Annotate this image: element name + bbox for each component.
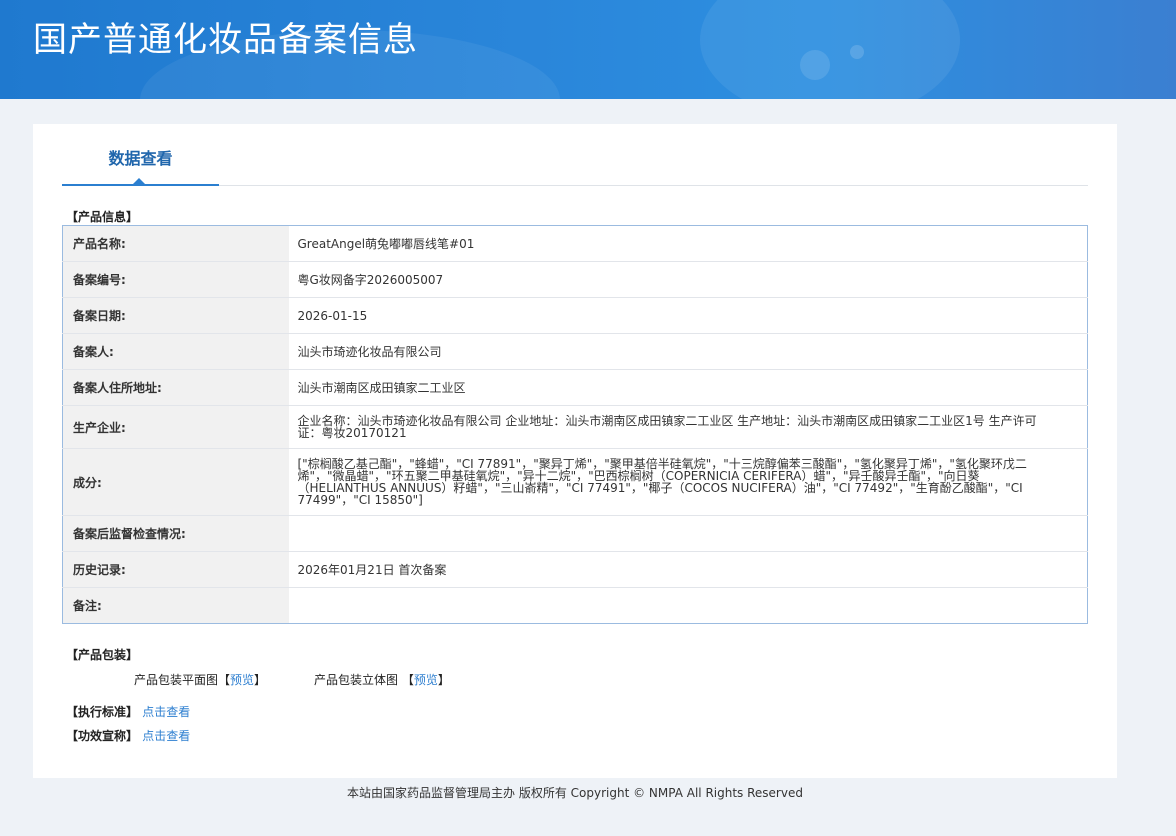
standard-section: 【执行标准】 点击查看 (66, 703, 190, 720)
field-label: 产品名称: (62, 225, 289, 262)
banner-decoration (850, 45, 864, 59)
footer-copyright: 本站由国家药品监督管理局主办 版权所有 Copyright © NMPA All… (347, 786, 803, 800)
field-label: 备案后监督检查情况: (62, 515, 289, 552)
field-label: 备案人住所地址: (62, 369, 289, 406)
stereo-package-label: 产品包装立体图 (314, 673, 399, 687)
field-label: 备注: (62, 587, 289, 624)
content-card: 数据查看 【产品信息】 产品名称: GreatAngel萌兔嘟嘟唇线笔#01 备案编… (33, 124, 1117, 778)
field-value: 2026-01-15 (288, 297, 1088, 334)
field-value: 企业名称：汕头市琦迹化妆品有限公司 企业地址：汕头市潮南区成田镇家二工业区 生产… (288, 405, 1088, 449)
header-banner: 国产普通化妆品备案信息 (0, 0, 1176, 99)
table-row: 成分: ["棕榈酸乙基己酯"，"蜂蜡"，"CI 77891"，"聚异丁烯"，"聚甲… (62, 448, 1088, 516)
table-row: 备案人: 汕头市琦迹化妆品有限公司 (62, 333, 1088, 370)
field-label: 生产企业: (62, 405, 289, 449)
stereo-package-preview-link[interactable]: 预览 (414, 673, 438, 687)
field-value: 粤G妆网备字2026005007 (288, 261, 1088, 298)
standard-view-link[interactable]: 点击查看 (142, 705, 190, 719)
field-value: 汕头市琦迹化妆品有限公司 (288, 333, 1088, 370)
field-value: 2026年01月21日 首次备案 (288, 551, 1088, 588)
field-label: 备案人: (62, 333, 289, 370)
field-label: 历史记录: (62, 551, 289, 588)
table-row: 历史记录: 2026年01月21日 首次备案 (62, 551, 1088, 588)
table-row: 产品名称: GreatAngel萌兔嘟嘟唇线笔#01 (62, 225, 1088, 262)
table-row: 备案人住所地址: 汕头市潮南区成田镇家二工业区 (62, 369, 1088, 406)
claims-view-link[interactable]: 点击查看 (142, 729, 190, 743)
bracket-open: 【 (401, 673, 414, 687)
standard-label: 【执行标准】 (66, 705, 139, 719)
table-row: 备案日期: 2026-01-15 (62, 297, 1088, 334)
table-row: 备注: (62, 587, 1088, 624)
packaging-section-label: 【产品包装】 (66, 648, 139, 662)
table-row: 备案后监督检查情况: (62, 515, 1088, 552)
product-info-section-label: 【产品信息】 (66, 210, 139, 224)
bracket-open: 【 (218, 673, 231, 687)
field-label: 成分: (62, 448, 289, 516)
table-row: 备案编号: 粤G妆网备字2026005007 (62, 261, 1088, 298)
flat-package-item: 产品包装平面图【预览】 (134, 671, 266, 688)
flat-package-preview-link[interactable]: 预览 (230, 673, 254, 687)
banner-decoration (800, 50, 830, 80)
flat-package-label: 产品包装平面图 (134, 673, 219, 687)
field-label: 备案编号: (62, 261, 289, 298)
claims-label: 【功效宣称】 (66, 729, 139, 743)
product-info-table: 产品名称: GreatAngel萌兔嘟嘟唇线笔#01 备案编号: 粤G妆网备字2026… (62, 225, 1088, 624)
field-value: 汕头市潮南区成田镇家二工业区 (288, 369, 1088, 406)
bracket-close: 】 (437, 673, 450, 687)
banner-decoration (700, 0, 960, 99)
page-title: 国产普通化妆品备案信息 (33, 20, 418, 60)
table-row: 生产企业: 企业名称：汕头市琦迹化妆品有限公司 企业地址：汕头市潮南区成田镇家二工… (62, 405, 1088, 449)
tab-data-view[interactable]: 数据查看 (62, 124, 219, 186)
field-value (288, 515, 1088, 552)
stereo-package-item: 产品包装立体图 【预览】 (314, 671, 450, 688)
field-value (289, 588, 1088, 624)
field-value: ["棕榈酸乙基己酯"，"蜂蜡"，"CI 77891"，"聚异丁烯"，"聚甲基倍半… (288, 448, 1088, 516)
claims-section: 【功效宣称】 点击查看 (66, 727, 190, 744)
tab-active-indicator (132, 178, 146, 185)
tab-bar: 数据查看 (62, 124, 1088, 186)
bracket-close: 】 (254, 673, 267, 687)
field-value: GreatAngel萌兔嘟嘟唇线笔#01 (288, 225, 1088, 262)
field-label: 备案日期: (62, 297, 289, 334)
